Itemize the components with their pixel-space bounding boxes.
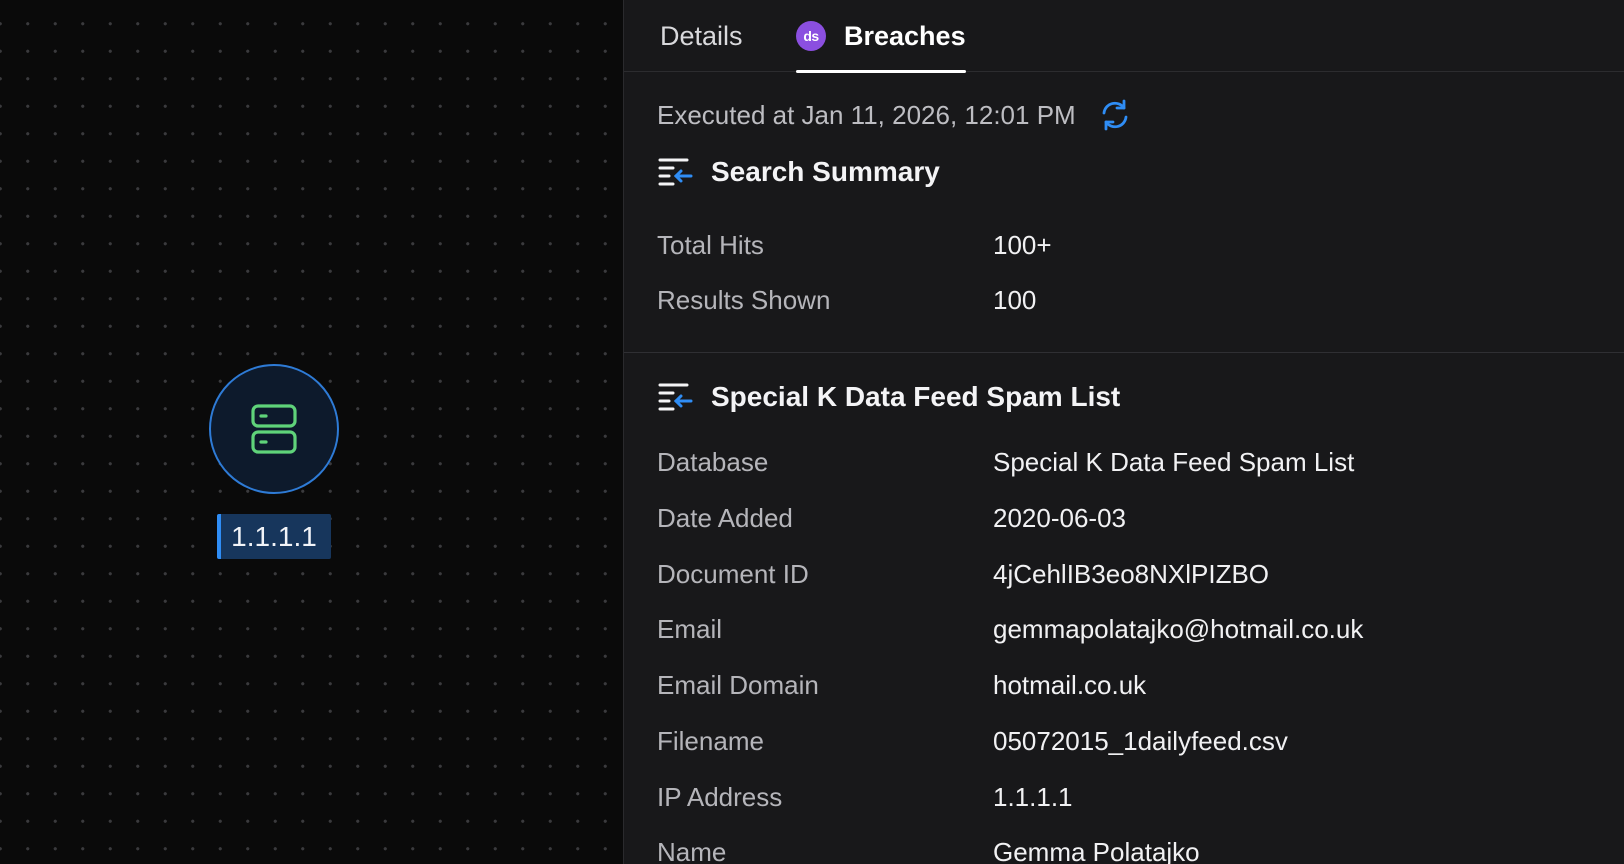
details-panel: Details ds Breaches Executed at Jan 11, … bbox=[623, 0, 1624, 864]
record-row: Name Gemma Polatajko bbox=[657, 832, 1607, 864]
record-value: 05072015_1dailyfeed.csv bbox=[993, 725, 1288, 756]
record-value: gemmapolatajko@hotmail.co.uk bbox=[993, 613, 1364, 644]
refresh-icon[interactable] bbox=[1098, 98, 1132, 132]
record-row: Filename 05072015_1dailyfeed.csv bbox=[657, 721, 1607, 761]
summary-row: Total Hits 100+ bbox=[657, 225, 1607, 265]
record-value: Special K Data Feed Spam List bbox=[993, 446, 1355, 477]
summary-key: Results Shown bbox=[657, 284, 831, 315]
app-root: 1.1.1.1 Details ds Breaches Executed at … bbox=[0, 0, 1624, 864]
record-value: 2020-06-03 bbox=[993, 502, 1126, 533]
summary-row: Results Shown 100 bbox=[657, 280, 1607, 320]
record-row: IP Address 1.1.1.1 bbox=[657, 777, 1607, 817]
summary-value: 100+ bbox=[993, 229, 1052, 260]
record-value: hotmail.co.uk bbox=[993, 669, 1147, 700]
record-key: Email Domain bbox=[657, 669, 819, 700]
summary-value: 100 bbox=[993, 284, 1037, 315]
tab-bar: Details ds Breaches bbox=[624, 0, 1624, 73]
record-heading[interactable]: Special K Data Feed Spam List bbox=[657, 381, 1120, 413]
executed-text: Executed at Jan 11, 2026, 12:01 PM bbox=[657, 99, 1076, 130]
section-divider bbox=[624, 352, 1624, 353]
tab-details[interactable]: Details bbox=[660, 0, 743, 72]
record-row: Document ID 4jCehlIB3eo8NXlPIZBO bbox=[657, 554, 1607, 594]
record-key: Document ID bbox=[657, 558, 809, 589]
record-key: Email bbox=[657, 613, 723, 644]
server-icon bbox=[251, 404, 297, 454]
record-row: Database Special K Data Feed Spam List bbox=[657, 442, 1607, 482]
list-arrow-icon bbox=[658, 383, 693, 411]
record-value: 1.1.1.1 bbox=[993, 781, 1073, 812]
record-key: Name bbox=[657, 836, 727, 864]
record-key: IP Address bbox=[657, 781, 783, 812]
summary-key: Total Hits bbox=[657, 229, 764, 260]
tab-breaches[interactable]: ds Breaches bbox=[796, 0, 966, 73]
tab-breaches-label: Breaches bbox=[844, 20, 966, 51]
record-value: 4jCehlIB3eo8NXlPIZBO bbox=[993, 558, 1270, 589]
record-key: Database bbox=[657, 446, 769, 477]
record-key: Filename bbox=[657, 725, 764, 756]
search-summary-title: Search Summary bbox=[711, 156, 940, 187]
record-title: Special K Data Feed Spam List bbox=[711, 381, 1121, 412]
graph-node[interactable] bbox=[209, 364, 339, 494]
graph-node-label[interactable]: 1.1.1.1 bbox=[217, 514, 331, 559]
record-value: Gemma Polatajko bbox=[993, 836, 1200, 864]
search-summary-heading: Search Summary bbox=[657, 156, 940, 188]
record-row: Date Added 2020-06-03 bbox=[657, 498, 1607, 538]
record-key: Date Added bbox=[657, 502, 793, 533]
list-arrow-icon bbox=[658, 158, 693, 186]
graph-canvas[interactable]: 1.1.1.1 bbox=[0, 0, 623, 864]
record-row: Email gemmapolatajko@hotmail.co.uk bbox=[657, 609, 1607, 649]
tab-details-label: Details bbox=[660, 20, 743, 51]
ds-badge-icon: ds bbox=[796, 21, 826, 51]
record-row: Email Domain hotmail.co.uk bbox=[657, 665, 1607, 705]
executed-timestamp: Executed at Jan 11, 2026, 12:01 PM bbox=[657, 98, 1132, 132]
